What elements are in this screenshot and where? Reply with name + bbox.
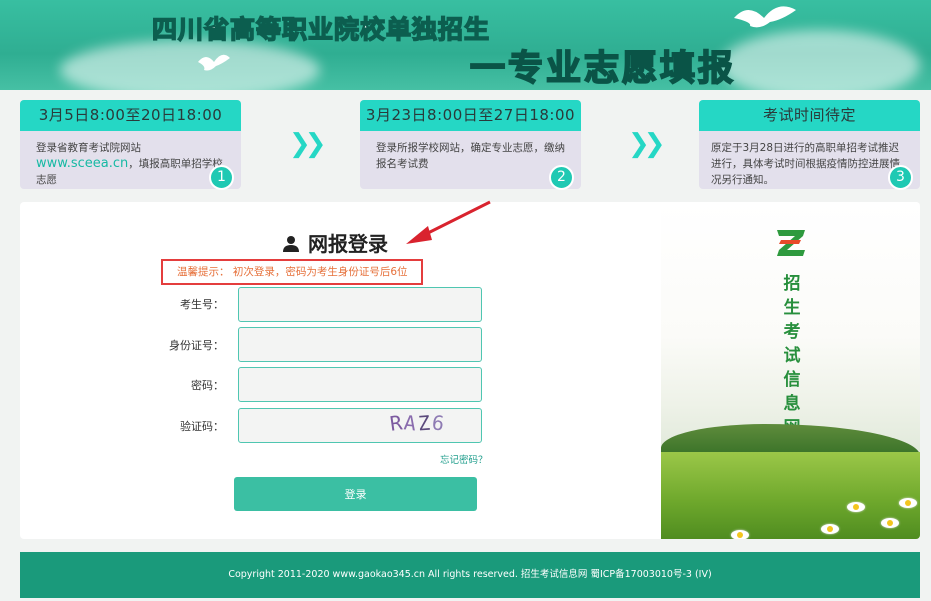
page-header: 四川省高等职业院校单独招生 一专业志愿填报 bbox=[0, 0, 931, 90]
next-arrow-icon: ❯❯ bbox=[289, 129, 326, 159]
daisy-decoration bbox=[847, 502, 865, 512]
side-banner: 招生考试信息网 bbox=[661, 202, 920, 539]
login-title-text: 网报登录 bbox=[308, 232, 388, 256]
id-card-input[interactable] bbox=[238, 327, 482, 362]
captcha-char: 6 bbox=[430, 410, 448, 436]
cloud-decoration bbox=[720, 30, 920, 90]
step-card-3: 考试时间待定 原定于3月28日进行的高职单招考试推迟进行，具体考试时间根据疫情防… bbox=[699, 100, 920, 190]
exam-no-input[interactable] bbox=[238, 287, 482, 322]
next-arrow-icon: ❯❯ bbox=[628, 129, 665, 159]
step-card-2: 3月23日8:00日至27日18:00 登录所报学校网站，确定专业志愿，缴纳报名… bbox=[360, 100, 581, 190]
step-2-number: 2 bbox=[549, 165, 574, 190]
user-icon bbox=[283, 236, 299, 252]
step-card-1: 3月5日8:00至20日18:00 登录省教育考试院网站 www.sceea.cn… bbox=[20, 100, 241, 190]
site-logo-icon bbox=[777, 230, 805, 256]
step-1-number: 1 bbox=[209, 165, 234, 190]
password-label: 密码： bbox=[191, 379, 224, 392]
page-footer: Copyright 2011-2020 www.gaokao345.cn All… bbox=[20, 552, 920, 598]
step-3-title: 考试时间待定 bbox=[699, 100, 920, 131]
captcha-image[interactable]: RAZ6 bbox=[388, 410, 475, 439]
id-card-label: 身份证号： bbox=[169, 339, 224, 352]
step-1-date: 3月5日8:00至20日18:00 bbox=[20, 100, 241, 131]
login-hint: 温馨提示： 初次登录，密码为考生身份证号后6位 bbox=[161, 259, 423, 285]
step-1-text: 登录省教育考试院网站 bbox=[36, 142, 141, 154]
step-2-description: 登录所报学校网站，确定专业志愿，缴纳报名考试费 bbox=[376, 142, 565, 170]
grass-field-decoration bbox=[661, 452, 920, 539]
step-3-number: 3 bbox=[888, 165, 913, 190]
step-3-description: 原定于3月28日进行的高职单招考试推迟进行，具体考试时间根据疫情防控进展情况另行… bbox=[711, 142, 900, 186]
daisy-decoration bbox=[899, 498, 917, 508]
pointer-arrow-icon bbox=[406, 200, 491, 244]
step-1-description: 登录省教育考试院网站www.sceea.cn，填报高职单招学校志愿 bbox=[20, 131, 241, 188]
login-title: 网报登录 bbox=[282, 228, 388, 257]
daisy-decoration bbox=[821, 524, 839, 534]
side-vertical-title: 招生考试信息网 bbox=[783, 274, 801, 438]
header-title-line2: 一专业志愿填报 bbox=[469, 48, 737, 90]
login-button[interactable]: 登录 bbox=[234, 477, 477, 511]
dove-icon bbox=[734, 6, 796, 28]
daisy-decoration bbox=[881, 518, 899, 528]
step-2-date: 3月23日8:00日至27日18:00 bbox=[360, 100, 581, 131]
sceea-link[interactable]: www.sceea.cn bbox=[36, 156, 128, 171]
daisy-decoration bbox=[731, 530, 749, 539]
header-title-line1: 四川省高等职业院校单独招生 bbox=[151, 14, 491, 45]
cloud-decoration bbox=[60, 40, 320, 90]
forgot-password-link[interactable]: 忘记密码？ bbox=[440, 452, 488, 466]
dove-icon bbox=[198, 54, 230, 71]
password-input[interactable] bbox=[238, 367, 482, 402]
captcha-label: 验证码： bbox=[180, 420, 224, 433]
exam-no-label: 考生号： bbox=[180, 298, 224, 311]
